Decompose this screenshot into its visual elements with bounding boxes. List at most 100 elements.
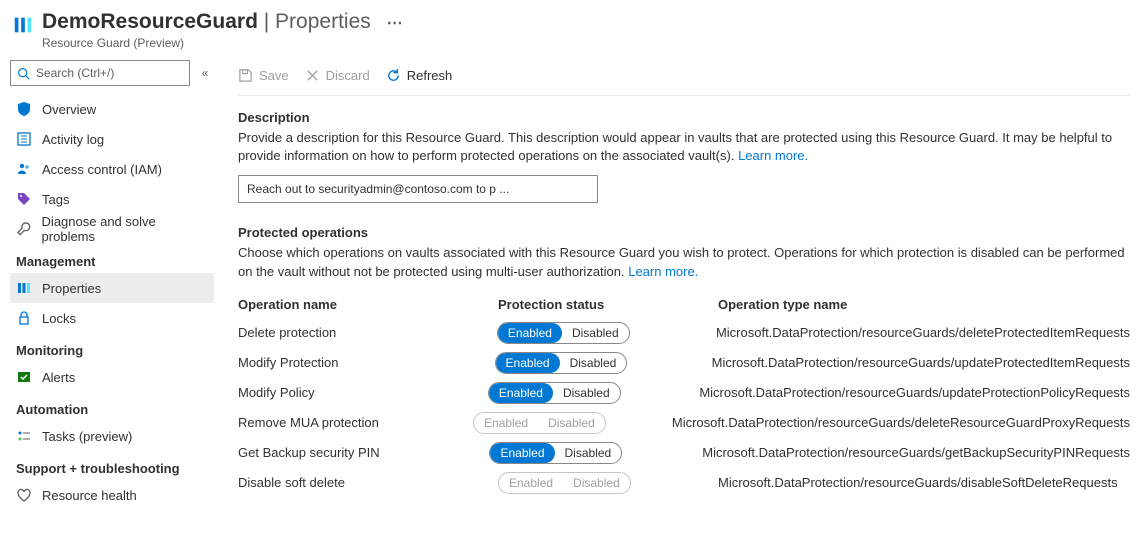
toggle-disabled: Disabled — [553, 383, 620, 403]
tag-icon — [16, 191, 32, 207]
main-content: Save Discard Refresh Description Provide… — [222, 56, 1142, 540]
operation-type-name: Microsoft.DataProtection/resourceGuards/… — [672, 415, 1130, 430]
sidebar-item-label: Diagnose and solve problems — [42, 214, 208, 244]
sidebar-item-access-control-iam-[interactable]: Access control (IAM) — [10, 154, 214, 184]
sidebar-item-locks[interactable]: Locks — [10, 303, 214, 333]
tasks-icon — [16, 428, 32, 444]
protected-ops-heading: Protected operations — [238, 225, 1130, 240]
protection-status-toggle[interactable]: EnabledDisabled — [488, 382, 621, 404]
props-icon — [16, 280, 32, 296]
toggle-disabled: Disabled — [562, 323, 629, 343]
sidebar-item-label: Activity log — [42, 132, 104, 147]
toggle-disabled: Disabled — [555, 443, 622, 463]
nav-group-management: Management — [10, 244, 214, 273]
toggle-enabled: Enabled — [496, 353, 560, 373]
sidebar-item-tasks-preview-[interactable]: Tasks (preview) — [10, 421, 214, 451]
sidebar-item-activity-log[interactable]: Activity log — [10, 124, 214, 154]
sidebar-item-alerts[interactable]: Alerts — [10, 362, 214, 392]
toggle-enabled: Enabled — [490, 443, 554, 463]
search-input[interactable]: Search (Ctrl+/) — [10, 60, 190, 86]
toggle-disabled: Disabled — [563, 473, 630, 493]
sidebar-item-label: Locks — [42, 311, 76, 326]
refresh-button[interactable]: Refresh — [386, 68, 453, 83]
page-title: DemoResourceGuard | Properties ⋯ — [42, 10, 403, 34]
protected-ops-learn-more-link[interactable]: Learn more. — [628, 264, 698, 279]
description-text: Provide a description for this Resource … — [238, 129, 1130, 165]
sidebar-item-label: Overview — [42, 102, 96, 117]
operation-name: Modify Protection — [238, 355, 495, 370]
operations-table: Operation name Protection status Operati… — [238, 291, 1130, 498]
description-heading: Description — [238, 110, 1130, 125]
sidebar-item-label: Tags — [42, 192, 69, 207]
sidebar-item-label: Access control (IAM) — [42, 162, 162, 177]
save-button[interactable]: Save — [238, 68, 289, 83]
nav-group-support: Support + troubleshooting — [10, 451, 214, 480]
protection-status-toggle[interactable]: EnabledDisabled — [495, 352, 628, 374]
save-icon — [238, 68, 253, 83]
discard-icon — [305, 68, 320, 83]
people-icon — [16, 161, 32, 177]
sidebar-item-diagnose-and-solve-problems[interactable]: Diagnose and solve problems — [10, 214, 214, 244]
alert-icon — [16, 369, 32, 385]
toggle-disabled: Disabled — [538, 413, 605, 433]
col-header-operation-type: Operation type name — [718, 297, 1130, 312]
table-row: Get Backup security PINEnabledDisabled Mi… — [238, 438, 1130, 468]
operation-name: Remove MUA protection — [238, 415, 473, 430]
sidebar-item-label: Alerts — [42, 370, 75, 385]
blade-name: Properties — [275, 10, 371, 33]
table-row: Remove MUA protectionEnabledDisabled Micr… — [238, 408, 1130, 438]
operation-type-name: Microsoft.DataProtection/resourceGuards/… — [702, 445, 1130, 460]
col-header-operation-name: Operation name — [238, 297, 498, 312]
operation-type-name: Microsoft.DataProtection/resourceGuards/… — [712, 355, 1130, 370]
protected-ops-text: Choose which operations on vaults associ… — [238, 244, 1130, 280]
protection-status-toggle: EnabledDisabled — [498, 472, 631, 494]
sidebar-item-label: Tasks (preview) — [42, 429, 132, 444]
resource-name: DemoResourceGuard — [42, 10, 258, 33]
sidebar-item-resource-health[interactable]: Resource health — [10, 480, 214, 510]
shield-icon — [16, 101, 32, 117]
lock-icon — [16, 310, 32, 326]
sidebar-item-label: Resource health — [42, 488, 137, 503]
description-input[interactable]: Reach out to securityadmin@contoso.com t… — [238, 175, 598, 203]
nav-group-monitoring: Monitoring — [10, 333, 214, 362]
log-icon — [16, 131, 32, 147]
search-placeholder: Search (Ctrl+/) — [36, 66, 114, 80]
table-row: Disable soft deleteEnabledDisabled Micros… — [238, 468, 1130, 498]
toggle-disabled: Disabled — [560, 353, 627, 373]
table-row: Modify PolicyEnabledDisabled Microsoft.Da… — [238, 378, 1130, 408]
sidebar-item-tags[interactable]: Tags — [10, 184, 214, 214]
heart-icon — [16, 487, 32, 503]
table-row: Delete protectionEnabledDisabled Microsof… — [238, 318, 1130, 348]
toggle-enabled: Enabled — [498, 323, 562, 343]
description-learn-more-link[interactable]: Learn more. — [738, 148, 808, 163]
operation-type-name: Microsoft.DataProtection/resourceGuards/… — [716, 325, 1130, 340]
sidebar-item-overview[interactable]: Overview — [10, 94, 214, 124]
toolbar: Save Discard Refresh — [238, 56, 1130, 96]
page-subtitle: Resource Guard (Preview) — [42, 36, 403, 50]
operation-type-name: Microsoft.DataProtection/resourceGuards/… — [718, 475, 1130, 490]
more-menu[interactable]: ⋯ — [387, 15, 403, 32]
toggle-enabled: Enabled — [474, 413, 538, 433]
search-icon — [17, 67, 30, 80]
operation-name: Get Backup security PIN — [238, 445, 489, 460]
protection-status-toggle[interactable]: EnabledDisabled — [497, 322, 630, 344]
protection-status-toggle[interactable]: EnabledDisabled — [489, 442, 622, 464]
sidebar-item-properties[interactable]: Properties — [10, 273, 214, 303]
resource-guard-icon — [12, 14, 34, 36]
operation-name: Modify Policy — [238, 385, 488, 400]
sidebar-item-label: Properties — [42, 281, 101, 296]
operation-name: Delete protection — [238, 325, 497, 340]
sidebar: Search (Ctrl+/) « Overview Activity log Ac… — [0, 56, 222, 540]
nav-group-automation: Automation — [10, 392, 214, 421]
discard-button[interactable]: Discard — [305, 68, 370, 83]
operation-name: Disable soft delete — [238, 475, 498, 490]
table-row: Modify ProtectionEnabledDisabled Microsof… — [238, 348, 1130, 378]
col-header-protection-status: Protection status — [498, 297, 718, 312]
collapse-sidebar-button[interactable]: « — [196, 66, 214, 80]
toggle-enabled: Enabled — [489, 383, 553, 403]
protection-status-toggle: EnabledDisabled — [473, 412, 606, 434]
refresh-icon — [386, 68, 401, 83]
operation-type-name: Microsoft.DataProtection/resourceGuards/… — [699, 385, 1130, 400]
wrench-icon — [16, 221, 32, 237]
toggle-enabled: Enabled — [499, 473, 563, 493]
